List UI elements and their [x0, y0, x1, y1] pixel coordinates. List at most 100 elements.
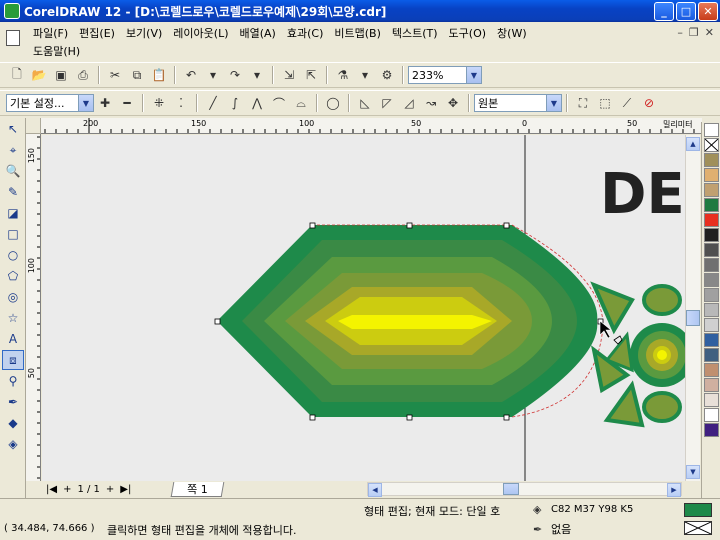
app-icon[interactable]: [4, 3, 20, 19]
ellipse-tool-icon[interactable]: ○: [2, 245, 24, 265]
cusp-node-icon[interactable]: ⋀: [249, 95, 265, 111]
palette-swatch[interactable]: [704, 363, 719, 377]
palette-swatch[interactable]: [704, 153, 719, 167]
undo-dropdown-icon[interactable]: ▾: [205, 67, 221, 83]
elastic-mode-icon[interactable]: ↝: [423, 95, 439, 111]
chevron-down-icon[interactable]: ▼: [466, 67, 481, 83]
stretch-nodes-icon[interactable]: ◺: [357, 95, 373, 111]
menu-bitmaps[interactable]: 비트맵(B): [334, 24, 392, 40]
menu-tools[interactable]: 도구(O): [449, 24, 497, 40]
interactive-fill-tool-icon[interactable]: ◈: [2, 434, 24, 454]
smooth-node-icon[interactable]: ⌒: [271, 95, 287, 111]
palette-swatch[interactable]: [704, 273, 719, 287]
paste-icon[interactable]: 📋: [151, 67, 167, 83]
pick-tool-icon[interactable]: ↖: [2, 119, 24, 139]
palette-swatch[interactable]: [704, 183, 719, 197]
join-nodes-icon[interactable]: ⁜: [151, 95, 167, 111]
palette-swatch[interactable]: [704, 198, 719, 212]
chevron-down-icon[interactable]: ▼: [546, 95, 561, 111]
menu-window[interactable]: 창(W): [497, 24, 538, 40]
fill-color-swatch[interactable]: [684, 503, 712, 517]
cut-icon[interactable]: ✂: [107, 67, 123, 83]
launcher-dropdown-icon[interactable]: ▾: [357, 67, 373, 83]
last-page-icon[interactable]: ▶|: [120, 484, 131, 495]
menu-help[interactable]: 도움말(H): [33, 42, 633, 58]
interactive-blend-tool-icon[interactable]: ⧈: [2, 350, 24, 370]
menu-view[interactable]: 보기(V): [126, 24, 173, 40]
doc-close-icon[interactable]: ✕: [705, 26, 714, 39]
palette-swatch[interactable]: [704, 243, 719, 257]
page-tab[interactable]: 쪽 1: [170, 481, 224, 497]
polygon-tool-icon[interactable]: ⬠: [2, 266, 24, 286]
palette-swatch[interactable]: [704, 258, 719, 272]
no-color-swatch[interactable]: [704, 138, 719, 152]
copy-icon[interactable]: ⧉: [129, 67, 145, 83]
symmetrical-node-icon[interactable]: ⌓: [293, 95, 309, 111]
maximize-button[interactable]: □: [676, 1, 696, 21]
ruler-corner[interactable]: [26, 118, 41, 134]
palette-swatch[interactable]: [704, 228, 719, 242]
menu-edit[interactable]: 편집(E): [79, 24, 126, 40]
print-icon[interactable]: ⎙: [75, 67, 91, 83]
freehand-tool-icon[interactable]: ✎: [2, 182, 24, 202]
align-nodes-icon[interactable]: ◿: [401, 95, 417, 111]
add-page-after-icon[interactable]: +: [106, 484, 114, 495]
redo-icon[interactable]: ↷: [227, 67, 243, 83]
palette-swatch[interactable]: [704, 333, 719, 347]
horizontal-scrollbar[interactable]: ◀ ▶: [367, 482, 682, 497]
minimize-button[interactable]: _: [654, 1, 674, 21]
select-all-nodes-icon[interactable]: ✥: [445, 95, 461, 111]
zoom-level-select[interactable]: 233% ▼: [408, 66, 482, 84]
preset-select[interactable]: 기본 설정... ▼: [6, 94, 94, 112]
vertical-scroll-thumb[interactable]: [686, 310, 700, 326]
doc-minimize-icon[interactable]: –: [677, 26, 683, 39]
reflect-nodes-icon[interactable]: ⟋: [619, 95, 635, 111]
close-curve-icon[interactable]: ◯: [325, 95, 341, 111]
menu-layout[interactable]: 레이아웃(L): [173, 24, 239, 40]
close-button[interactable]: ✕: [698, 1, 718, 21]
export-icon[interactable]: ⇱: [303, 67, 319, 83]
application-launcher-icon[interactable]: ⚗: [335, 67, 351, 83]
corel-online-icon[interactable]: ⚙: [379, 67, 395, 83]
palette-swatch[interactable]: [704, 168, 719, 182]
palette-swatch[interactable]: [704, 408, 719, 422]
palette-swatch[interactable]: [704, 288, 719, 302]
palette-swatch[interactable]: [704, 378, 719, 392]
rotate-nodes-icon[interactable]: ◸: [379, 95, 395, 111]
fill-tool-icon[interactable]: ◆: [2, 413, 24, 433]
reduce-nodes-icon[interactable]: ⛶: [575, 95, 591, 111]
drawing-canvas[interactable]: DE: [42, 135, 685, 481]
scroll-right-icon[interactable]: ▶: [667, 483, 681, 497]
rectangle-tool-icon[interactable]: □: [2, 224, 24, 244]
palette-swatch[interactable]: [704, 303, 719, 317]
scroll-left-icon[interactable]: ◀: [368, 483, 382, 497]
palette-swatch[interactable]: [704, 213, 719, 227]
smart-fill-tool-icon[interactable]: ◪: [2, 203, 24, 223]
eyedropper-tool-icon[interactable]: ⚲: [2, 371, 24, 391]
undo-icon[interactable]: ↶: [183, 67, 199, 83]
flower-shape[interactable]: [590, 281, 685, 428]
shape-tool-icon[interactable]: ⌖: [2, 140, 24, 160]
vertical-scrollbar[interactable]: ▲ ▼: [685, 135, 700, 481]
outline-tool-icon[interactable]: ✒: [2, 392, 24, 412]
menu-arrange[interactable]: 배열(A): [240, 24, 287, 40]
palette-swatch[interactable]: [704, 348, 719, 362]
blended-octagon-shape[interactable]: [217, 225, 598, 417]
save-icon[interactable]: ▣: [53, 67, 69, 83]
palette-swatch[interactable]: [704, 123, 719, 137]
new-document-icon[interactable]: 🗋: [9, 67, 25, 83]
convert-to-line-icon[interactable]: ╱: [205, 95, 221, 111]
menu-effects[interactable]: 효과(C): [287, 24, 335, 40]
add-node-icon[interactable]: ✚: [97, 95, 113, 111]
curve-smoothness-icon[interactable]: ⬚: [597, 95, 613, 111]
doc-restore-icon[interactable]: ❐: [689, 26, 699, 39]
spiral-tool-icon[interactable]: ◎: [2, 287, 24, 307]
open-folder-icon[interactable]: 📂: [31, 67, 47, 83]
import-icon[interactable]: ⇲: [281, 67, 297, 83]
first-page-icon[interactable]: |◀: [46, 484, 57, 495]
menu-file[interactable]: 파일(F): [33, 24, 79, 40]
convert-to-curve-icon[interactable]: ∫: [227, 95, 243, 111]
vertical-ruler[interactable]: 150 100 50: [26, 134, 41, 481]
palette-swatch[interactable]: [704, 318, 719, 332]
zoom-tool-icon[interactable]: 🔍: [2, 161, 24, 181]
